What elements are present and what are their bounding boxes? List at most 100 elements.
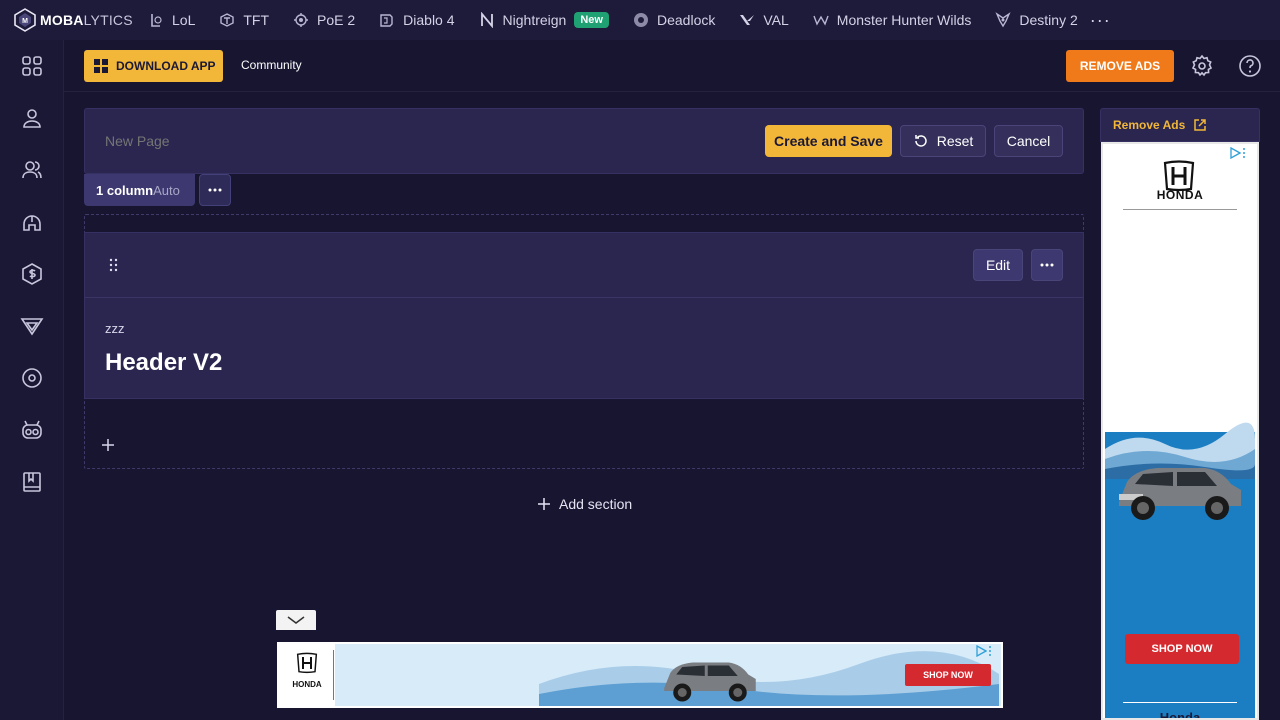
nav-label: Destiny 2 bbox=[1019, 12, 1078, 28]
banner-suv-image bbox=[664, 662, 756, 702]
add-section-label: Add section bbox=[559, 496, 633, 512]
more-games-icon[interactable]: ··· bbox=[1090, 10, 1111, 31]
valorant-side-icon[interactable] bbox=[20, 314, 44, 338]
widget-title: Header V2 bbox=[105, 349, 223, 376]
create-and-save-button[interactable]: Create and Save bbox=[765, 125, 892, 157]
nav-label: TFT bbox=[243, 12, 270, 28]
nav-item-nightreign[interactable]: Nightreign New bbox=[471, 0, 609, 40]
banner-logo-area: HONDA bbox=[279, 644, 335, 706]
svg-text:M: M bbox=[22, 18, 28, 25]
nav-label: PoE 2 bbox=[317, 12, 356, 28]
mascot-icon[interactable] bbox=[20, 418, 44, 442]
help-icon[interactable] bbox=[1238, 54, 1262, 78]
top-nav: M MOBALYTICS LoL TFT PoE 2 Diablo 4 Nigh… bbox=[0, 0, 1280, 40]
plus-icon bbox=[538, 498, 550, 510]
external-link-icon bbox=[1194, 119, 1206, 131]
diablo4-icon bbox=[380, 14, 393, 27]
remove-ads-link-label: Remove Ads bbox=[1113, 118, 1186, 132]
game-nav: LoL TFT PoE 2 Diablo 4 Nightreign New De… bbox=[140, 0, 1111, 40]
nightreign-icon bbox=[480, 12, 493, 28]
mobalytics-logo-icon: M bbox=[14, 8, 36, 32]
page-name-input[interactable] bbox=[105, 133, 405, 149]
nav-item-tft[interactable]: TFT bbox=[211, 0, 269, 40]
poe2-icon bbox=[294, 13, 309, 27]
new-badge: New bbox=[574, 12, 609, 28]
download-app-button[interactable]: DOWNLOAD APP bbox=[84, 50, 223, 82]
banner-brand-text: HONDA bbox=[292, 680, 322, 689]
nav-item-lol[interactable]: LoL bbox=[140, 0, 195, 40]
deadlock-icon bbox=[633, 13, 648, 27]
brand-name-bold: MOBA bbox=[40, 12, 84, 28]
edit-widget-button[interactable]: Edit bbox=[973, 249, 1023, 281]
header-widget: Edit zzz Header V2 bbox=[84, 232, 1084, 399]
more-horizontal-icon bbox=[1040, 263, 1054, 267]
widget-more-button[interactable] bbox=[1031, 249, 1063, 281]
column-count-label: 1 column bbox=[96, 182, 154, 198]
nav-label: Diablo 4 bbox=[403, 12, 455, 28]
nav-item-destiny2[interactable]: Destiny 2 bbox=[987, 0, 1078, 40]
nav-item-diablo4[interactable]: Diablo 4 bbox=[371, 0, 455, 40]
sub-header: DOWNLOAD APP Community REMOVE ADS bbox=[64, 40, 1280, 92]
lol-icon bbox=[151, 14, 162, 27]
nav-item-val[interactable]: VAL bbox=[731, 0, 789, 40]
valorant-icon bbox=[740, 15, 755, 25]
chevron-down-icon bbox=[287, 616, 305, 624]
nav-label: VAL bbox=[763, 12, 789, 28]
nav-item-poe2[interactable]: PoE 2 bbox=[285, 0, 355, 40]
nav-label: Deadlock bbox=[656, 12, 716, 28]
ad-choices-icon[interactable] bbox=[975, 644, 997, 658]
community-link[interactable]: Community bbox=[241, 58, 302, 72]
bottom-banner-ad[interactable]: HONDA SHOP NOW bbox=[277, 642, 1003, 708]
nav-label: LoL bbox=[172, 12, 196, 28]
book-icon[interactable] bbox=[20, 470, 44, 494]
remove-ads-button[interactable]: REMOVE ADS bbox=[1066, 50, 1174, 82]
ad-choices-icon[interactable] bbox=[1229, 146, 1251, 160]
banner-divider bbox=[333, 650, 334, 700]
helmet-icon[interactable] bbox=[20, 210, 44, 234]
add-widget-icon[interactable] bbox=[100, 437, 116, 453]
reset-label: Reset bbox=[936, 133, 974, 149]
widget-toolbar: Edit bbox=[85, 233, 1083, 298]
nav-label: Monster Hunter Wilds bbox=[836, 12, 972, 28]
mobalytics-logo[interactable]: M MOBALYTICS bbox=[0, 8, 140, 32]
gear-icon[interactable] bbox=[1190, 54, 1214, 78]
reset-button[interactable]: Reset bbox=[900, 125, 986, 157]
destiny2-icon bbox=[995, 12, 1011, 28]
users-icon[interactable] bbox=[20, 158, 44, 182]
honda-logo-icon bbox=[296, 652, 318, 674]
ad-divider bbox=[1123, 209, 1237, 210]
sidebar-ad[interactable]: HONDA SHOP NOW Honda bbox=[1101, 142, 1259, 720]
add-section-button[interactable]: Add section bbox=[537, 496, 632, 512]
coin-icon[interactable] bbox=[20, 262, 44, 286]
ad-footer-divider bbox=[1123, 702, 1237, 703]
column-mode-label: Auto bbox=[153, 182, 180, 198]
tft-icon bbox=[220, 13, 235, 27]
ad-footer-text: Honda bbox=[1159, 710, 1201, 720]
windows-icon bbox=[94, 59, 108, 73]
brand-name: MOBALYTICS bbox=[40, 12, 133, 28]
more-horizontal-icon bbox=[208, 188, 222, 192]
nav-item-deadlock[interactable]: Deadlock bbox=[625, 0, 715, 40]
column-more-button[interactable] bbox=[199, 174, 231, 206]
widget-subtitle: zzz bbox=[105, 321, 125, 336]
profile-icon[interactable] bbox=[20, 106, 44, 130]
ad-shop-now-button[interactable]: SHOP NOW bbox=[1125, 634, 1239, 664]
page-editor-header: Create and Save Reset Cancel bbox=[84, 108, 1084, 174]
mhwilds-icon bbox=[813, 15, 829, 26]
nav-label: Nightreign bbox=[502, 12, 567, 28]
banner-shop-now-button[interactable]: SHOP NOW bbox=[905, 664, 991, 686]
honda-brand-text: HONDA bbox=[1156, 188, 1204, 202]
grid-icon[interactable] bbox=[20, 54, 44, 78]
drag-handle-icon[interactable] bbox=[107, 258, 121, 272]
left-sidebar bbox=[0, 40, 64, 720]
remove-ads-link[interactable]: Remove Ads bbox=[1100, 108, 1260, 142]
cancel-button[interactable]: Cancel bbox=[994, 125, 1063, 157]
suv-image bbox=[1119, 468, 1241, 520]
brand-name-light: LYTICS bbox=[83, 12, 133, 28]
nav-item-mhwilds[interactable]: Monster Hunter Wilds bbox=[805, 0, 972, 40]
reset-icon bbox=[914, 135, 927, 147]
download-app-label: DOWNLOAD APP bbox=[116, 59, 216, 73]
collapse-ad-button[interactable] bbox=[276, 610, 316, 630]
disc-icon[interactable] bbox=[20, 366, 44, 390]
column-layout-selector[interactable]: 1 column Auto bbox=[84, 174, 195, 206]
